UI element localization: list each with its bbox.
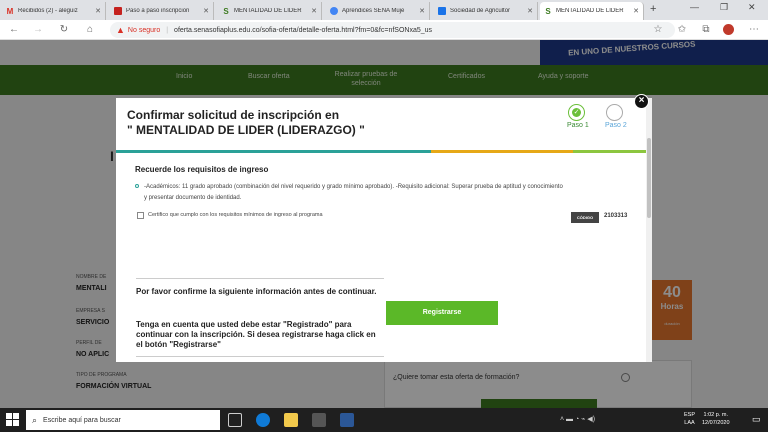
modal-title-line1: Confirmar solicitud de inscripción en <box>127 108 340 122</box>
close-tab-icon[interactable]: ✕ <box>418 7 426 15</box>
new-tab-button[interactable]: + <box>650 3 656 15</box>
close-tab-icon[interactable]: ✕ <box>94 7 102 15</box>
tab-title: Paso a paso inscripcion <box>126 8 190 14</box>
warning-icon: ▲ <box>116 25 125 35</box>
back-icon[interactable]: ← <box>8 24 20 36</box>
address-bar: ← → ↻ ⌂ ▲ No seguro | oferta.senasofiapl… <box>0 20 768 40</box>
tab-gmail[interactable]: M Recibidos (2) - aleguiz ✕ <box>2 2 106 20</box>
step2-circle-icon <box>606 104 623 121</box>
more-icon[interactable]: ⋯ <box>748 24 760 36</box>
divider <box>136 278 384 279</box>
edge-icon[interactable] <box>256 413 270 427</box>
profile-icon[interactable] <box>722 24 734 36</box>
tab-title: Sociedad de Agricultor <box>450 8 511 14</box>
url-field[interactable]: ▲ No seguro | oferta.senasofiaplus.edu.c… <box>110 22 675 38</box>
sena-icon: S <box>545 6 551 16</box>
tab-title: MENTALIDAD DE LIDER <box>556 8 624 14</box>
tab-paso-a-paso[interactable]: Paso a paso inscripcion ✕ <box>110 2 214 20</box>
modal-title: Confirmar solicitud de inscripción en " … <box>127 108 547 138</box>
security-warning: No seguro <box>127 26 161 34</box>
tab-title: MENTALIDAD DE LIDER <box>234 8 302 14</box>
step1-label: Paso 1 <box>567 122 589 129</box>
requirements-text: -Académicos: 11 grado aprobado (combinac… <box>144 184 563 201</box>
code-value: 2103313 <box>604 213 628 219</box>
register-button[interactable]: Registrarse <box>386 301 498 325</box>
close-tab-icon[interactable]: ✕ <box>632 7 640 15</box>
code-label: CÓDIGO <box>571 212 599 223</box>
word-icon[interactable] <box>340 413 354 427</box>
lang-layout: LAA <box>684 420 695 426</box>
forward-icon[interactable]: → <box>32 24 44 36</box>
calendar-icon <box>438 7 446 15</box>
gmail-icon: M <box>6 6 14 16</box>
modal-title-line2: " MENTALIDAD DE LIDER (LIDERAZGO) " <box>127 123 365 137</box>
notification-icon[interactable]: ▭ <box>752 414 761 425</box>
modal-scroll-thumb[interactable] <box>647 138 651 218</box>
task-view-icon[interactable] <box>228 413 242 427</box>
document-icon <box>114 7 122 15</box>
confirm-modal: Confirmar solicitud de inscripción en " … <box>116 98 652 362</box>
bullet-icon <box>135 184 139 188</box>
separator: | <box>166 26 169 34</box>
tab-aprendices[interactable]: Aprendices SENA Muje ✕ <box>326 2 430 20</box>
star-icon[interactable]: ☆ <box>652 24 664 36</box>
store-icon[interactable] <box>312 413 326 427</box>
step2-label: Paso 2 <box>605 122 627 129</box>
certify-checkbox[interactable] <box>137 212 144 219</box>
clock-time: 1:02 p. m. <box>703 412 728 418</box>
favorites-icon[interactable]: ✩ <box>676 24 688 36</box>
lang-code: ESP <box>684 412 696 418</box>
close-modal-button[interactable]: × <box>634 94 649 109</box>
system-tray: ˄ ▬ ◔ ⌁ ◀) <box>560 416 596 423</box>
tab-mentalidad-1[interactable]: S MENTALIDAD DE LIDER ✕ <box>218 2 322 20</box>
step1-check-icon: ✓ <box>568 104 585 121</box>
maximize-icon[interactable]: ❐ <box>720 2 728 13</box>
collections-icon[interactable]: ⧉ <box>700 24 712 36</box>
close-tab-icon[interactable]: ✕ <box>526 7 534 15</box>
home-icon[interactable]: ⌂ <box>84 24 96 36</box>
progress-color-bar <box>116 150 652 153</box>
tab-title: Recibidos (2) - aleguiz <box>18 8 78 14</box>
search-icon: ⌕ <box>32 414 38 425</box>
chrome-icon <box>330 7 338 15</box>
language-indicator[interactable]: ESP LAA <box>684 411 695 427</box>
confirm-heading: Por favor confirme la siguiente informac… <box>136 287 377 296</box>
page-content: EN UNO DE NUESTROS CURSOS Inicio Buscar … <box>0 40 768 408</box>
sena-icon: S <box>223 6 229 16</box>
certify-label: Certifico que cumplo con los requisitos … <box>148 212 323 218</box>
reload-icon[interactable]: ↻ <box>58 24 70 36</box>
windows-start-icon[interactable] <box>6 413 20 427</box>
clock-date: 12/07/2020 <box>702 420 730 426</box>
divider <box>136 356 384 357</box>
tab-title: Aprendices SENA Muje <box>342 8 405 14</box>
close-window-icon[interactable]: ✕ <box>748 2 756 13</box>
browser-tab-bar: M Recibidos (2) - aleguiz ✕ Paso a paso … <box>0 0 768 20</box>
file-explorer-icon[interactable] <box>284 413 298 427</box>
tab-mentalidad-active[interactable]: S MENTALIDAD DE LIDER ✕ <box>540 2 644 20</box>
search-placeholder: Escribe aquí para buscar <box>43 416 121 424</box>
close-tab-icon[interactable]: ✕ <box>310 7 318 15</box>
close-tab-icon[interactable]: ✕ <box>202 7 210 15</box>
clock[interactable]: 1:02 p. m. 12/07/2020 <box>702 411 730 427</box>
tab-sociedad[interactable]: Sociedad de Agricultor ✕ <box>434 2 538 20</box>
registered-note: Tenga en cuenta que usted debe estar "Re… <box>136 320 376 349</box>
windows-taskbar: ⌕ Escribe aquí para buscar ˄ ▬ ◔ ⌁ ◀) ES… <box>0 408 768 432</box>
requirements-heading: Recuerde los requisitos de ingreso <box>135 165 269 174</box>
minimize-icon[interactable]: — <box>690 2 699 12</box>
taskbar-search[interactable]: ⌕ Escribe aquí para buscar <box>26 410 220 430</box>
url-text: oferta.senasofiaplus.edu.co/sofia-oferta… <box>174 26 433 34</box>
